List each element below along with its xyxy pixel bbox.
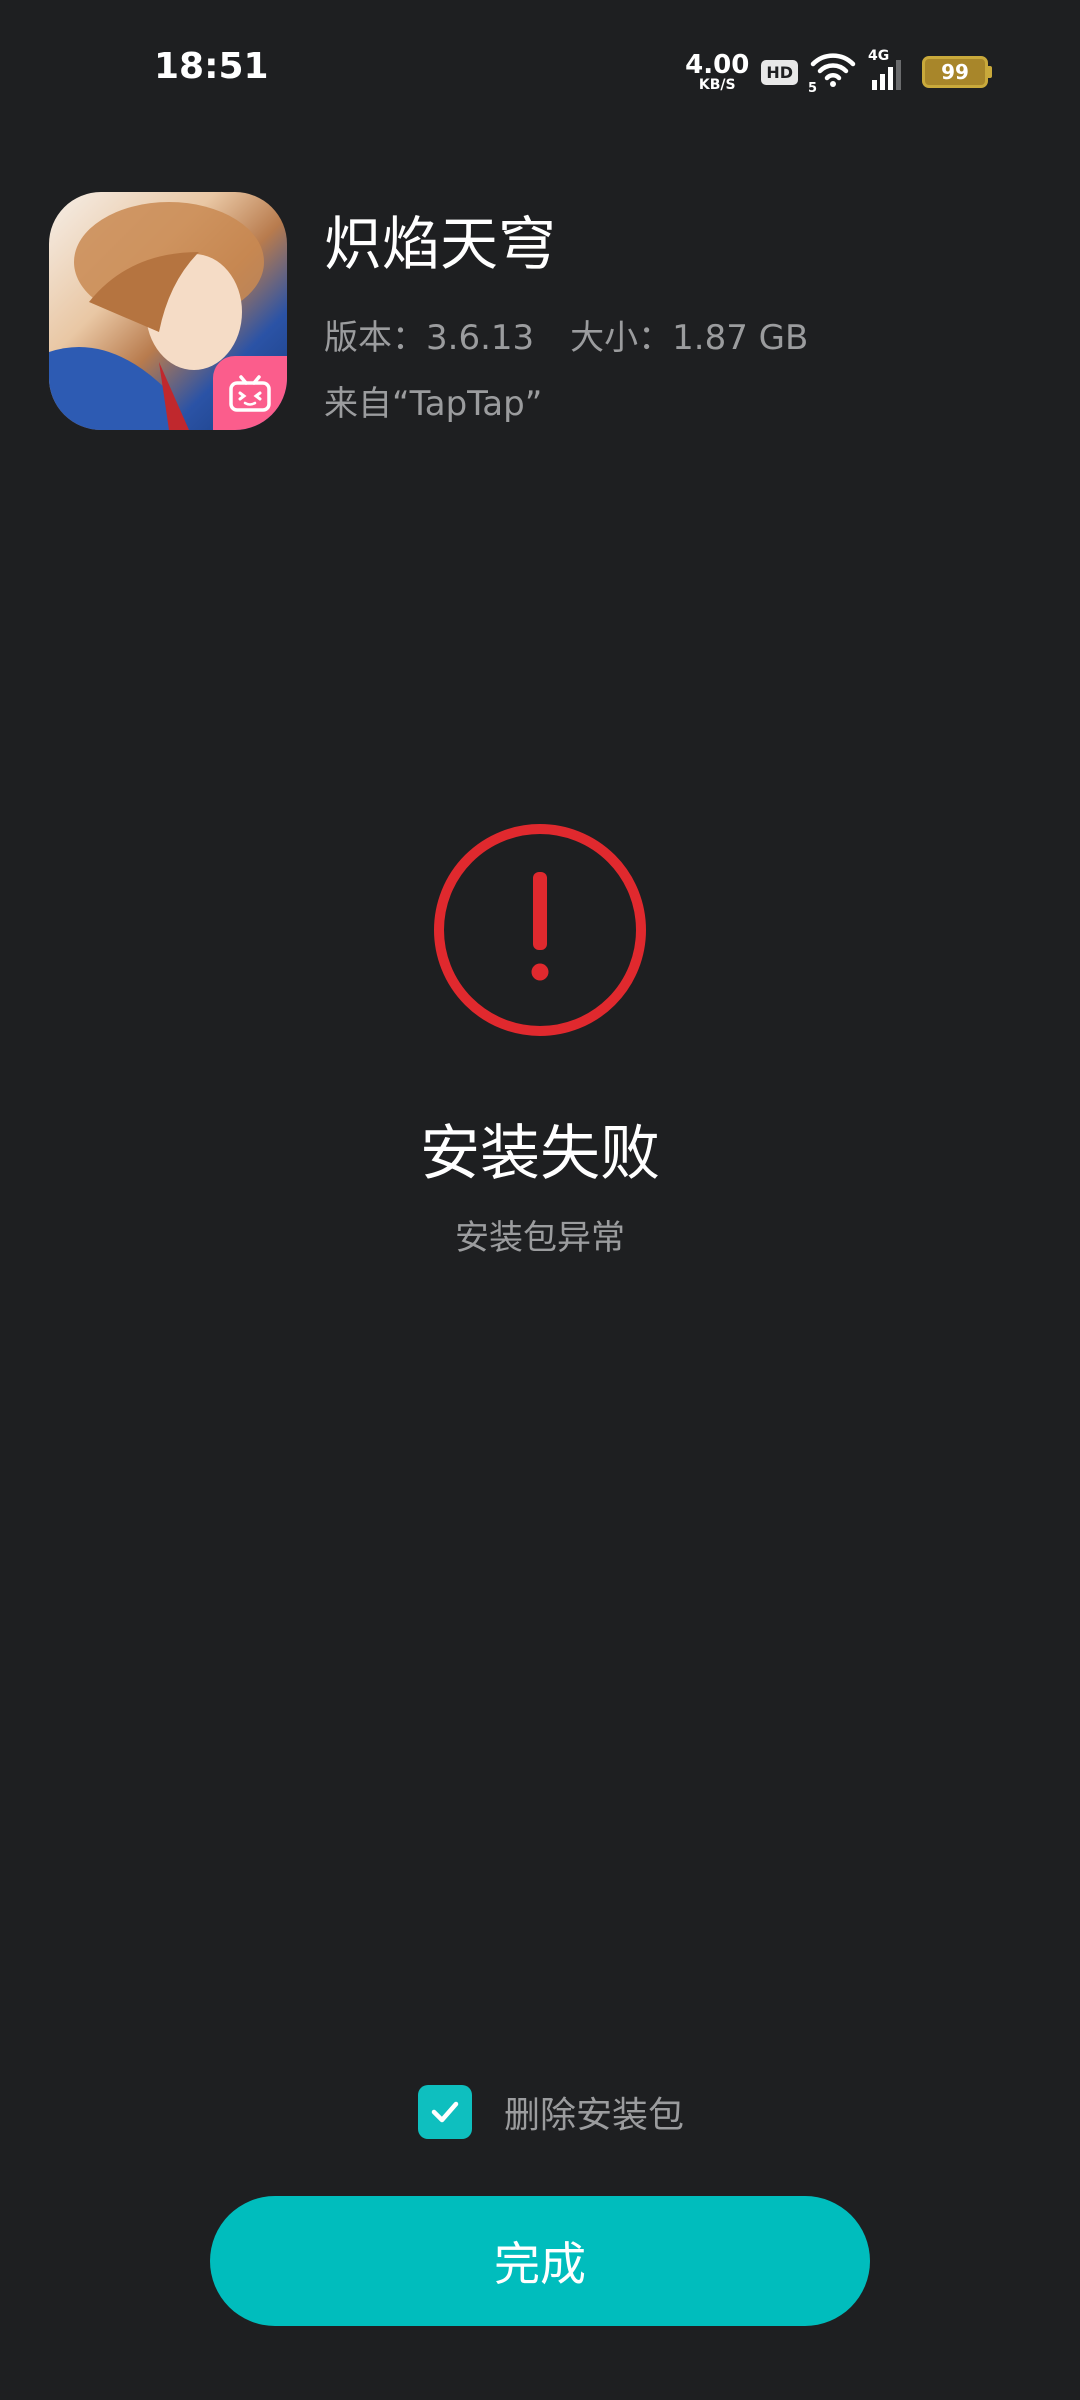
bilibili-tv-icon (213, 356, 287, 430)
status-icons: 4.00 KB/S HD 5 4G 99 (685, 48, 992, 96)
battery-icon: 99 (922, 56, 992, 88)
app-meta: 版本：3.6.13 大小：1.87 GB (324, 310, 808, 359)
network-speed-value: 4.00 (685, 50, 750, 80)
delete-package-option[interactable]: 删除安装包 (418, 2084, 684, 2140)
battery-level: 99 (922, 56, 988, 88)
app-version: 版本：3.6.13 (324, 318, 535, 358)
done-button[interactable]: 完成 (210, 2196, 870, 2326)
error-exclamation-icon (432, 822, 648, 1038)
install-failed-title: 安装失败 (420, 1119, 660, 1189)
install-failed-reason: 安装包异常 (455, 1218, 625, 1258)
game-app-icon (49, 192, 287, 430)
wifi-icon: 5 (808, 52, 856, 96)
delete-package-label: 删除安装包 (504, 2095, 685, 2136)
delete-package-checkbox[interactable] (418, 2085, 472, 2139)
cellular-signal-icon: 4G (868, 48, 910, 92)
hd-icon: HD (761, 59, 798, 85)
status-time: 18:51 (154, 46, 269, 87)
app-name: 炽焰天穹 (324, 210, 557, 278)
app-size: 大小：1.87 GB (570, 318, 809, 358)
check-icon (431, 2101, 459, 2123)
status-bar: 18:51 4.00 KB/S HD 5 4G 99 (0, 0, 1080, 140)
network-speed: 4.00 KB/S (685, 52, 749, 92)
app-source: 来自“TapTap” (324, 384, 543, 424)
wifi-band-label: 5 (808, 81, 818, 96)
network-speed-unit: KB/S (698, 77, 736, 93)
